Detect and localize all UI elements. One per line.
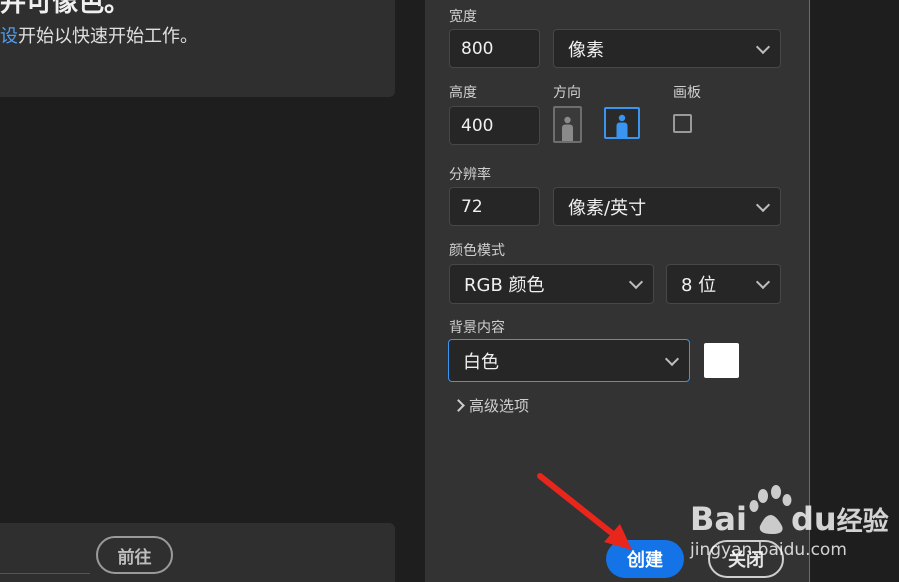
color-mode-value: RGB 颜色: [464, 275, 545, 296]
artboard-label: 画板: [673, 85, 701, 101]
chevron-right-icon: [452, 399, 465, 412]
width-unit-value: 像素: [568, 39, 604, 61]
bit-depth-value: 8 位: [681, 275, 717, 296]
watermark-brand-suffix: 经验: [836, 507, 889, 537]
color-mode-select[interactable]: RGB 颜色: [449, 264, 654, 304]
watermark-url: jingyan.baidu.com: [690, 540, 847, 560]
divider: [0, 573, 90, 574]
landscape-icon: [616, 114, 628, 137]
watermark-brand: Bai du经验: [690, 500, 889, 538]
landscape-orientation-button[interactable]: [604, 107, 640, 139]
background-select[interactable]: 白色: [448, 339, 690, 382]
resolution-input[interactable]: 72: [449, 187, 540, 226]
portrait-icon: [562, 116, 573, 141]
height-label: 高度: [449, 85, 477, 101]
width-label: 宽度: [449, 9, 477, 25]
width-unit-select[interactable]: 像素: [553, 29, 781, 68]
chevron-down-icon: [755, 274, 771, 290]
watermark-brand-text-2: du: [790, 500, 837, 538]
chevron-down-icon: [755, 39, 771, 54]
artboard-checkbox[interactable]: [673, 114, 692, 133]
intro-subtitle-text: 开始以快速开始工作。: [18, 26, 198, 47]
background-color-swatch[interactable]: [704, 343, 739, 378]
goto-button[interactable]: 前往: [96, 536, 173, 574]
chevron-down-icon: [664, 351, 680, 366]
bit-depth-select[interactable]: 8 位: [666, 264, 781, 304]
resolution-label: 分辨率: [449, 167, 491, 183]
intro-subtitle: 设开始以快速开始工作。: [0, 22, 198, 48]
annotation-arrow-icon: [537, 473, 632, 550]
background-label: 背景内容: [449, 320, 505, 336]
height-input[interactable]: 400: [449, 106, 540, 145]
portrait-orientation-button[interactable]: [553, 106, 582, 143]
chevron-down-icon: [755, 197, 771, 212]
resolution-unit-select[interactable]: 像素/英寸: [553, 187, 781, 226]
background-value: 白色: [463, 351, 499, 373]
resolution-unit-value: 像素/英寸: [568, 197, 647, 219]
width-input[interactable]: 800: [449, 29, 540, 68]
advanced-options-label: 高级选项: [469, 397, 530, 415]
color-mode-label: 颜色模式: [449, 243, 505, 259]
orientation-label: 方向: [553, 85, 581, 101]
chevron-down-icon: [628, 274, 644, 290]
intro-title: 并可像色。: [0, 0, 131, 18]
advanced-options-toggle[interactable]: 高级选项: [452, 395, 529, 416]
watermark-brand-text: Bai: [690, 500, 747, 538]
preset-link[interactable]: 设: [0, 26, 18, 47]
